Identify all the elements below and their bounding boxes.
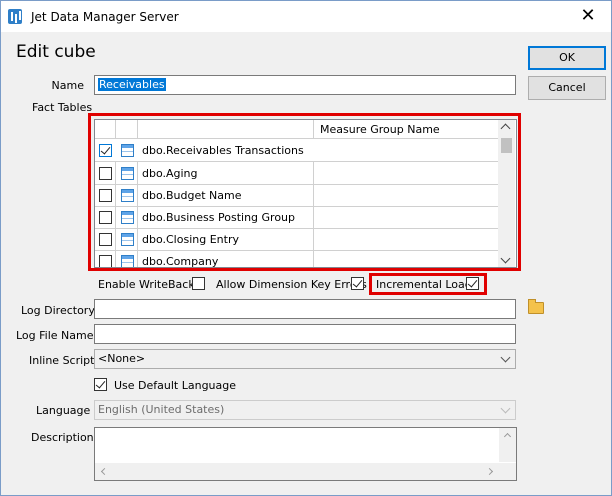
log-directory-label: Log Directory (21, 304, 95, 317)
use-default-language-label: Use Default Language (114, 379, 237, 392)
scroll-left-icon[interactable] (100, 467, 109, 476)
name-label: Name (51, 79, 84, 92)
scroll-right-icon[interactable] (485, 467, 494, 476)
description-hscroll[interactable] (95, 463, 499, 480)
ok-button[interactable]: OK (528, 46, 606, 70)
chevron-down-icon (500, 352, 511, 363)
inline-script-select[interactable]: <None> (94, 349, 516, 369)
page-title: Edit cube (16, 42, 96, 62)
use-default-language-checkbox[interactable] (94, 378, 107, 391)
name-field[interactable]: Receivables (94, 75, 516, 95)
title-bar: Jet Data Manager Server ✕ (1, 1, 611, 32)
fact-tables-label: Fact Tables (32, 101, 93, 114)
allow-dim-key-errors-label: Allow Dimension Key Errors (216, 278, 367, 291)
enable-writeback-checkbox[interactable] (192, 277, 205, 290)
highlight-box-fact-tables (88, 113, 521, 271)
description-field[interactable] (94, 427, 517, 481)
log-file-name-field[interactable] (94, 324, 516, 344)
language-select[interactable]: English (United States) (94, 400, 516, 420)
window-title: Jet Data Manager Server (31, 10, 179, 24)
app-icon (8, 9, 22, 24)
cancel-button[interactable]: Cancel (528, 76, 606, 100)
language-value: English (United States) (98, 403, 225, 416)
allow-dim-key-errors-checkbox[interactable] (351, 277, 364, 290)
log-file-name-label: Log File Name (16, 329, 94, 342)
scroll-up-icon[interactable] (503, 432, 512, 441)
chevron-down-icon (500, 403, 511, 414)
log-directory-field[interactable] (94, 299, 516, 319)
inline-script-value: <None> (98, 352, 146, 365)
scroll-corner (499, 463, 516, 480)
enable-writeback-label: Enable WriteBack (98, 278, 195, 291)
inline-script-label: Inline Script (29, 354, 95, 367)
highlight-box-incremental-load (369, 273, 487, 295)
name-value: Receivables (98, 78, 166, 91)
dialog-window: Jet Data Manager Server ✕ Edit cube OK C… (0, 0, 612, 496)
folder-browse-icon[interactable] (528, 299, 544, 314)
description-label: Description (31, 431, 94, 444)
language-label: Language (36, 404, 91, 417)
description-vscroll[interactable] (499, 428, 516, 462)
close-icon[interactable]: ✕ (573, 5, 603, 27)
